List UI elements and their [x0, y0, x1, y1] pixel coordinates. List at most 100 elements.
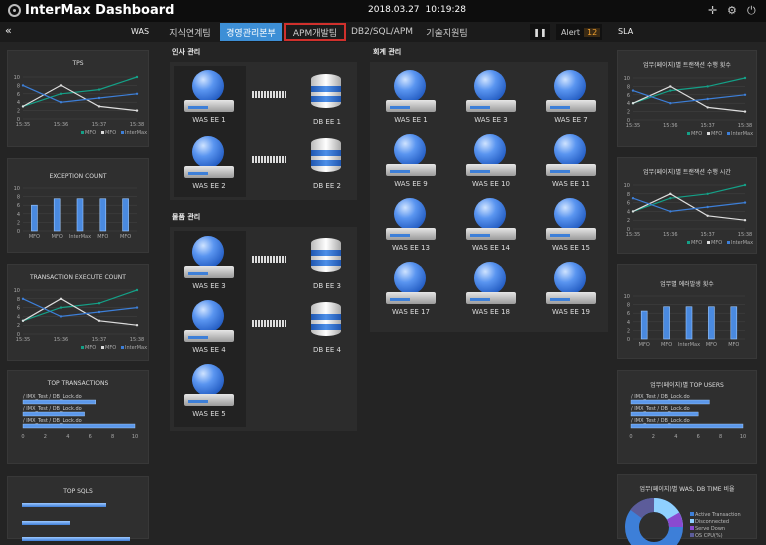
x-tick-label: 15:35	[16, 337, 30, 343]
y-tick-label: 4	[17, 212, 20, 218]
db-server[interactable]: DB EE 4	[298, 298, 356, 358]
server-label: WAS EE 3	[474, 116, 508, 124]
gear-icon[interactable]: ⚙	[727, 4, 737, 17]
accounting-group: WAS EE 1 WAS EE 3 WAS EE 7 WAS EE 9 WAS EE 1…	[370, 62, 608, 332]
server-label: WAS EE 15	[552, 244, 590, 252]
was-server[interactable]: WAS EE 5	[180, 362, 238, 422]
was-server[interactable]: WAS EE 2	[180, 134, 238, 194]
crosshair-icon[interactable]: ✛	[708, 4, 717, 17]
legend-swatch	[690, 533, 694, 537]
was-server[interactable]: WAS EE 3	[180, 234, 238, 294]
was-server[interactable]: WAS EE 4	[180, 298, 238, 358]
power-icon[interactable]: ⏻	[747, 4, 756, 18]
server-label: WAS EE 4	[192, 346, 226, 354]
legend-label: MFO	[85, 130, 96, 136]
was-globe-icon	[394, 198, 426, 230]
was-server[interactable]: WAS EE 7	[542, 68, 600, 128]
bar-label: / IMX_Test / DB_Lock.do	[23, 406, 82, 412]
was-server[interactable]: WAS EE 18	[462, 260, 520, 320]
server-load-bar	[470, 234, 490, 237]
was-server[interactable]: WAS EE 11	[542, 132, 600, 192]
tab-db2-sql-apm[interactable]: DB2/SQL/APM	[348, 23, 416, 41]
server-label: DB EE 4	[313, 346, 341, 354]
bar	[22, 423, 136, 429]
series-line	[632, 193, 746, 221]
db-band	[311, 250, 341, 256]
data-point	[97, 310, 101, 314]
bar	[708, 306, 715, 340]
data-point	[631, 102, 635, 105]
data-point	[669, 197, 672, 200]
db-band	[311, 150, 341, 156]
data-point	[21, 105, 25, 108]
x-tick-label: InterMax	[678, 342, 700, 348]
alert-button[interactable]: Alert 12	[556, 24, 602, 40]
data-point	[706, 214, 709, 217]
was-server[interactable]: WAS EE 13	[382, 196, 440, 256]
server-load-bar	[188, 172, 208, 175]
legend-label: InterMax	[125, 345, 147, 351]
y-tick-label: 4	[627, 320, 630, 326]
db-server[interactable]: DB EE 2	[298, 134, 356, 194]
y-tick-label: 10	[14, 186, 20, 192]
was-server[interactable]: WAS EE 3	[462, 68, 520, 128]
tab-apm-dev[interactable]: APM개발팀	[284, 23, 346, 41]
tab-management[interactable]: 경영관리본부	[220, 23, 282, 41]
y-tick-label: 8	[17, 83, 20, 89]
server-label: WAS EE 1	[192, 116, 226, 124]
bar-label: / IMX_Test / DB_Lock.do	[631, 418, 690, 424]
server-load-bar	[550, 170, 570, 173]
connection-link	[252, 320, 286, 327]
legend-label: MFO	[691, 240, 702, 246]
x-tick-label: 10	[132, 434, 138, 440]
was-server[interactable]: WAS EE 10	[462, 132, 520, 192]
server-label: WAS EE 3	[192, 282, 226, 290]
logistics-group-title: 물품 관리	[172, 213, 201, 221]
data-point	[706, 85, 709, 88]
brand: InterMax Dashboard	[8, 3, 174, 18]
was-server[interactable]: WAS EE 9	[382, 132, 440, 192]
was-server[interactable]: WAS EE 15	[542, 196, 600, 256]
bar-label: / IMX_Test / DB_Lock.do	[631, 406, 690, 412]
top-sqls-panel: TOP SQLS	[7, 476, 149, 541]
legend-swatch	[690, 519, 694, 523]
x-tick-label: MFO	[728, 342, 739, 348]
tab-knowledge[interactable]: 지식연계팀	[162, 23, 218, 41]
server-load-bar	[550, 298, 570, 301]
x-tick-label: MFO	[706, 342, 717, 348]
data-point	[743, 76, 747, 80]
txn-chart: 108642015:35 15:36 15:37 15:38MFO MFO InterMa…	[14, 288, 147, 351]
bar	[663, 306, 670, 340]
pause-icon[interactable]: ❚❚	[533, 28, 546, 37]
server-label: DB EE 1	[313, 118, 341, 126]
y-tick-label: 2	[17, 220, 20, 226]
y-tick-label: 10	[14, 288, 20, 294]
legend-swatch	[121, 346, 124, 349]
tab-tech-support[interactable]: 기술지원팀	[418, 23, 476, 41]
y-tick-label: 4	[17, 100, 20, 106]
legend-swatch	[690, 526, 694, 530]
x-tick-label: 0	[21, 434, 24, 440]
was-server[interactable]: WAS EE 17	[382, 260, 440, 320]
server-load-bar	[188, 336, 208, 339]
double-left-chevron-icon[interactable]: «	[5, 24, 12, 37]
db-server[interactable]: DB EE 1	[298, 70, 356, 130]
data-point	[21, 297, 25, 300]
was-server[interactable]: WAS EE 1	[382, 68, 440, 128]
db-server[interactable]: DB EE 3	[298, 234, 356, 294]
pause-button[interactable]: ❚❚	[530, 24, 550, 40]
was-server[interactable]: WAS EE 19	[542, 260, 600, 320]
y-tick-label: 8	[17, 297, 20, 303]
was-server[interactable]: WAS EE 14	[462, 196, 520, 256]
legend-label: MFO	[85, 345, 96, 351]
x-tick-label: 8	[111, 434, 114, 440]
y-tick-label: 2	[627, 110, 630, 116]
y-tick-label: 10	[624, 294, 630, 300]
series-line	[22, 298, 138, 326]
y-tick-label: 2	[17, 323, 20, 329]
bar	[99, 198, 107, 232]
was-server[interactable]: WAS EE 1	[180, 68, 238, 128]
was-globe-icon	[192, 236, 224, 268]
left-panel-toggle[interactable]: «	[5, 24, 12, 37]
sla-count-chart: 108642015:35 15:36 15:37 15:38MFO MFO InterMa…	[624, 76, 753, 137]
